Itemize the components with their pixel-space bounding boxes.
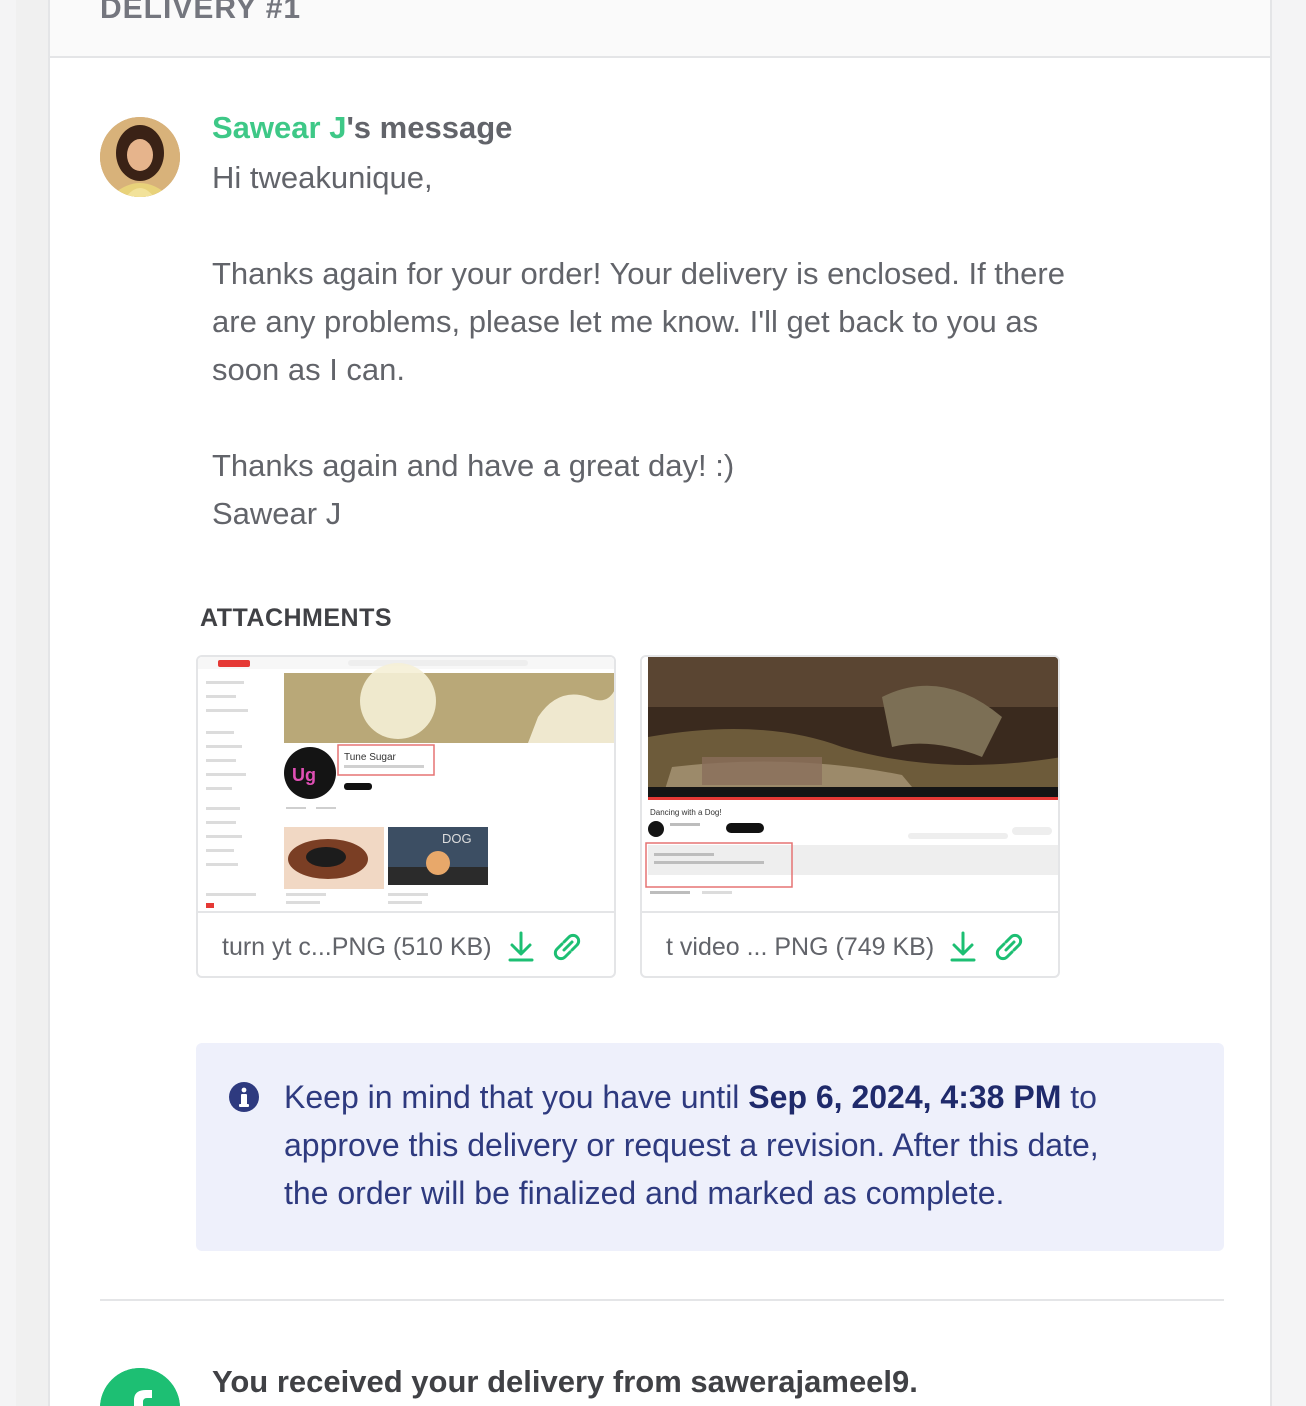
attachment-thumbnail[interactable]: Dancing with a Dog! <box>642 657 1058 913</box>
attachment-footer: t video ... PNG (749 KB) <box>666 927 1023 967</box>
notice-line: approve this delivery or request a revis… <box>284 1127 1099 1163</box>
link-icon[interactable] <box>550 930 580 964</box>
notice-text: Keep in mind that you have until Sep 6, … <box>284 1073 1204 1217</box>
download-icon[interactable] <box>506 930 536 964</box>
attachment-footer: turn yt c...PNG (510 KB) <box>222 927 580 967</box>
page-background-left <box>0 0 16 1406</box>
message-line: are any problems, please let me know. I'… <box>212 304 1039 339</box>
seller-avatar[interactable] <box>100 117 180 197</box>
message-line: Thanks again for your order! Your delive… <box>212 256 1065 291</box>
notice-deadline: Sep 6, 2024, 4:38 PM <box>748 1079 1062 1115</box>
thumbnail-video-title: Dancing with a Dog! <box>650 808 722 817</box>
attachment-card[interactable]: Ug Tune Sugar DOG turn yt c...PNG (510 K… <box>196 655 616 978</box>
thumbnail-channel-name: Tune Sugar <box>344 752 397 763</box>
notice-line: the order will be finalized and marked a… <box>284 1175 1005 1211</box>
message-body: Hi tweakunique, Thanks again for your or… <box>212 154 1202 538</box>
attachments-title: ATTACHMENTS <box>200 604 393 632</box>
message-line: Hi tweakunique, <box>212 160 433 195</box>
page-background-right <box>1270 0 1306 1406</box>
delivery-title: DELIVERY #1 <box>100 0 302 25</box>
svg-text:Ug: Ug <box>292 765 316 785</box>
sender-name-link[interactable]: Sawear J <box>212 110 346 145</box>
download-icon[interactable] <box>948 930 978 964</box>
attachment-filename[interactable]: turn yt c...PNG (510 KB) <box>222 933 492 962</box>
thumbnail-dog-text: DOG <box>442 831 472 846</box>
section-divider <box>100 1299 1224 1301</box>
approval-deadline-notice: Keep in mind that you have until Sep 6, … <box>196 1043 1224 1251</box>
message-heading: Sawear J's message <box>212 110 512 146</box>
notice-prefix: Keep in mind that you have until <box>284 1079 749 1115</box>
info-icon <box>228 1081 260 1113</box>
attachment-thumbnail[interactable]: Ug Tune Sugar DOG <box>198 657 614 913</box>
delivery-header: DELIVERY #1 <box>50 0 1270 58</box>
attachment-card[interactable]: Dancing with a Dog! t video ... PNG (749… <box>640 655 1060 978</box>
delivery-received-text: You received your delivery from saweraja… <box>212 1364 918 1399</box>
message-heading-suffix: 's message <box>346 110 513 145</box>
message-line <box>212 202 1202 250</box>
delivery-card: DELIVERY #1 Sawear J's message Hi tweaku… <box>48 0 1272 1406</box>
attachment-filename[interactable]: t video ... PNG (749 KB) <box>666 933 934 962</box>
link-icon[interactable] <box>992 930 1023 964</box>
message-line <box>212 394 1202 442</box>
message-line: Thanks again and have a great day! :) <box>212 448 735 483</box>
message-line: Sawear J <box>212 496 342 531</box>
message-line: soon as I can. <box>212 352 406 387</box>
delivery-badge-icon <box>100 1368 180 1406</box>
notice-suffix: to <box>1061 1079 1097 1115</box>
